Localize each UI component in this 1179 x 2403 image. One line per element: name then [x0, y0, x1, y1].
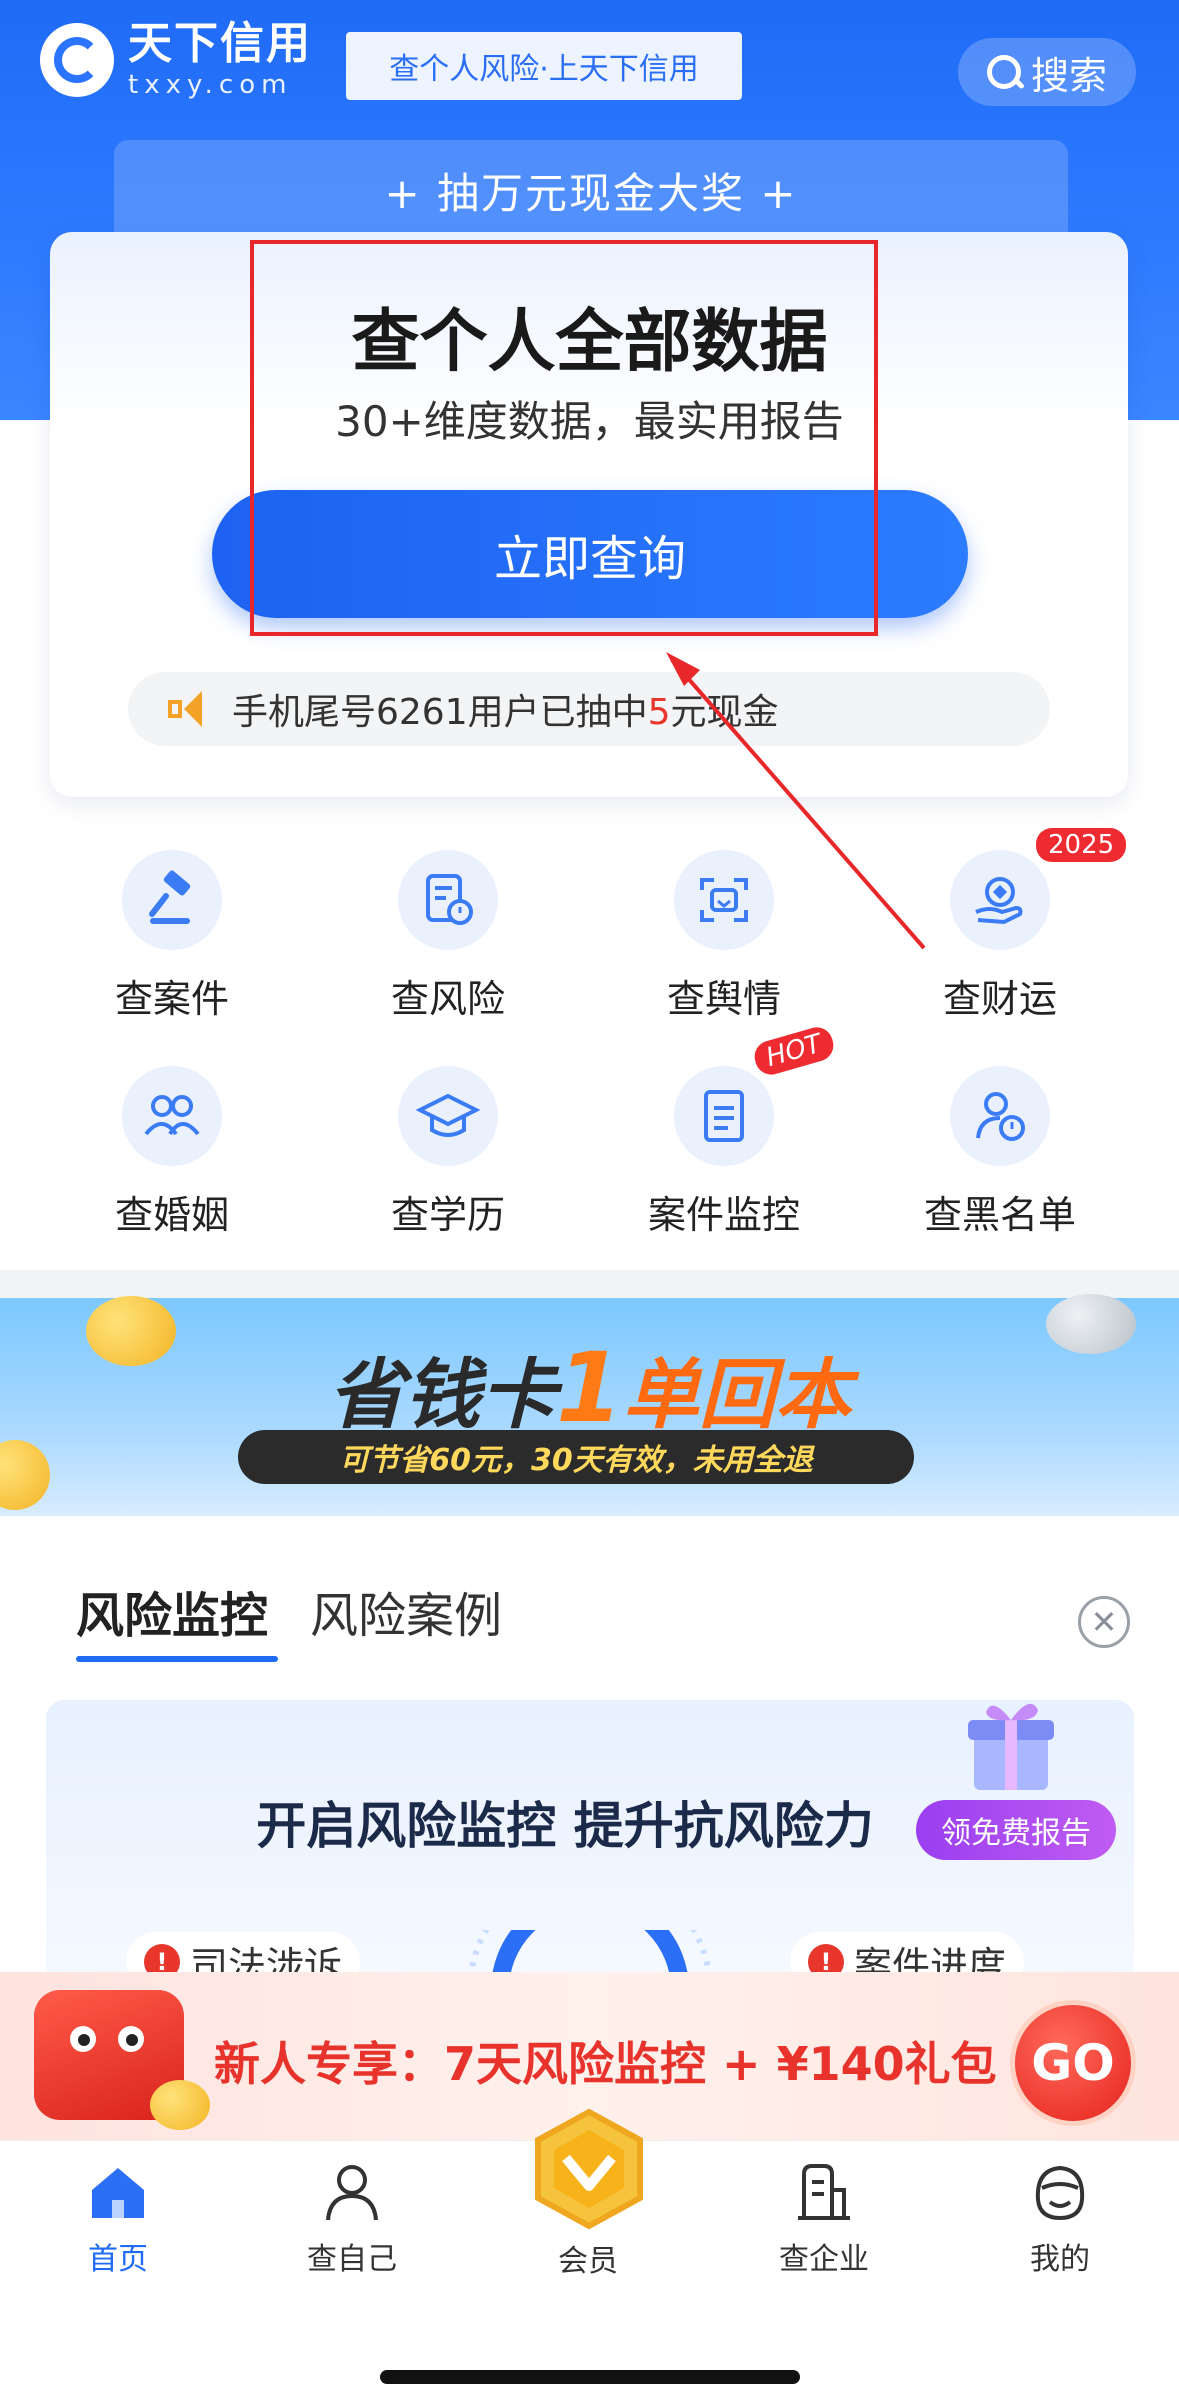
nav-check-self[interactable]: 查自己: [272, 2160, 432, 2278]
service-blacklist[interactable]: 查黑名单: [900, 1066, 1100, 1239]
nav-label: 查自己: [307, 2242, 397, 2277]
free-report-button[interactable]: 领免费报告: [916, 1800, 1116, 1860]
gavel-icon: [122, 850, 222, 950]
close-icon[interactable]: ✕: [1078, 1596, 1130, 1648]
service-label: 查婚姻: [114, 1193, 229, 1237]
prize-banner[interactable]: + 抽万元现金大奖 +: [114, 140, 1068, 240]
service-label: 查舆情: [666, 977, 781, 1021]
app-logo[interactable]: 天下信用 txxy.com: [40, 22, 312, 98]
risk-document-icon: [398, 850, 498, 950]
search-label: 搜索: [1030, 53, 1107, 98]
building-icon: [792, 2160, 856, 2224]
graduation-cap-icon: [398, 1066, 498, 1166]
service-education[interactable]: 查学历: [348, 1066, 548, 1239]
service-case[interactable]: 查案件: [72, 850, 272, 1023]
tab-risk-monitor[interactable]: 风险监控: [76, 1576, 268, 1646]
home-indicator: [380, 2370, 800, 2384]
nav-label: 会员: [558, 2244, 618, 2279]
nav-label: 我的: [1030, 2242, 1090, 2277]
face-scan-icon: [674, 850, 774, 950]
vip-crown-icon[interactable]: [528, 2108, 650, 2230]
annotation-highlight-box: [250, 240, 878, 636]
service-marriage[interactable]: 查婚姻: [72, 1066, 272, 1239]
coin-decoration: [150, 2080, 210, 2130]
logo-domain: txxy.com: [128, 70, 293, 100]
speaker-icon: [168, 691, 210, 727]
case-monitor-icon: [674, 1066, 774, 1166]
section-divider: [0, 1270, 1179, 1298]
tab-risk-cases[interactable]: 风险案例: [310, 1576, 502, 1646]
promo-title: 省钱卡1单回本: [328, 1332, 851, 1444]
nav-member[interactable]: 会员: [508, 2236, 668, 2280]
service-case-monitor[interactable]: 案件监控: [624, 1066, 824, 1239]
nav-check-company[interactable]: 查企业: [744, 2160, 904, 2278]
search-button[interactable]: 搜索: [958, 38, 1136, 106]
nav-label: 首页: [88, 2242, 148, 2277]
slogan-tag: 查个人风险·上天下信用: [346, 32, 742, 100]
logo-name: 天下信用: [128, 18, 312, 69]
service-label: 查黑名单: [923, 1193, 1076, 1237]
service-label: 查风险: [390, 977, 505, 1021]
service-label: 查财运: [942, 977, 1057, 1021]
service-label: 案件监控: [647, 1193, 800, 1237]
blacklist-person-icon: [950, 1066, 1050, 1166]
promo-subtitle: 可节省60元，30天有效，未用全退: [238, 1430, 914, 1484]
go-button[interactable]: GO: [1010, 2000, 1136, 2126]
person-icon: [320, 2160, 384, 2224]
service-label: 查案件: [114, 977, 229, 1021]
nav-label: 查企业: [779, 2242, 869, 2277]
service-risk[interactable]: 查风险: [348, 850, 548, 1023]
active-tab-indicator: [76, 1656, 278, 1662]
badge-2025: 2025: [1036, 828, 1127, 862]
nav-home[interactable]: 首页: [38, 2160, 198, 2278]
winner-ticker: 手机尾号6261用户已抽中5元现金: [128, 672, 1050, 746]
service-label: 查学历: [390, 1193, 505, 1237]
smile-face-icon: [1028, 2160, 1092, 2224]
newcomer-offer-text: 新人专享：7天风险监控 + ¥140礼包: [214, 2037, 997, 2091]
nav-mine[interactable]: 我的: [980, 2160, 1140, 2278]
couple-icon: [122, 1066, 222, 1166]
ticker-amount: 5: [647, 692, 671, 733]
gift-box-icon: [968, 1703, 1054, 1790]
home-icon: [86, 2160, 150, 2224]
search-icon: [986, 55, 1021, 89]
service-public-opinion[interactable]: 查舆情: [624, 850, 824, 1023]
service-fortune[interactable]: 查财运: [900, 850, 1100, 1023]
coin-hand-icon: [950, 850, 1050, 950]
logo-mark-icon: [40, 23, 114, 97]
ticker-text: 手机尾号6261用户已抽中5元现金: [232, 692, 779, 733]
